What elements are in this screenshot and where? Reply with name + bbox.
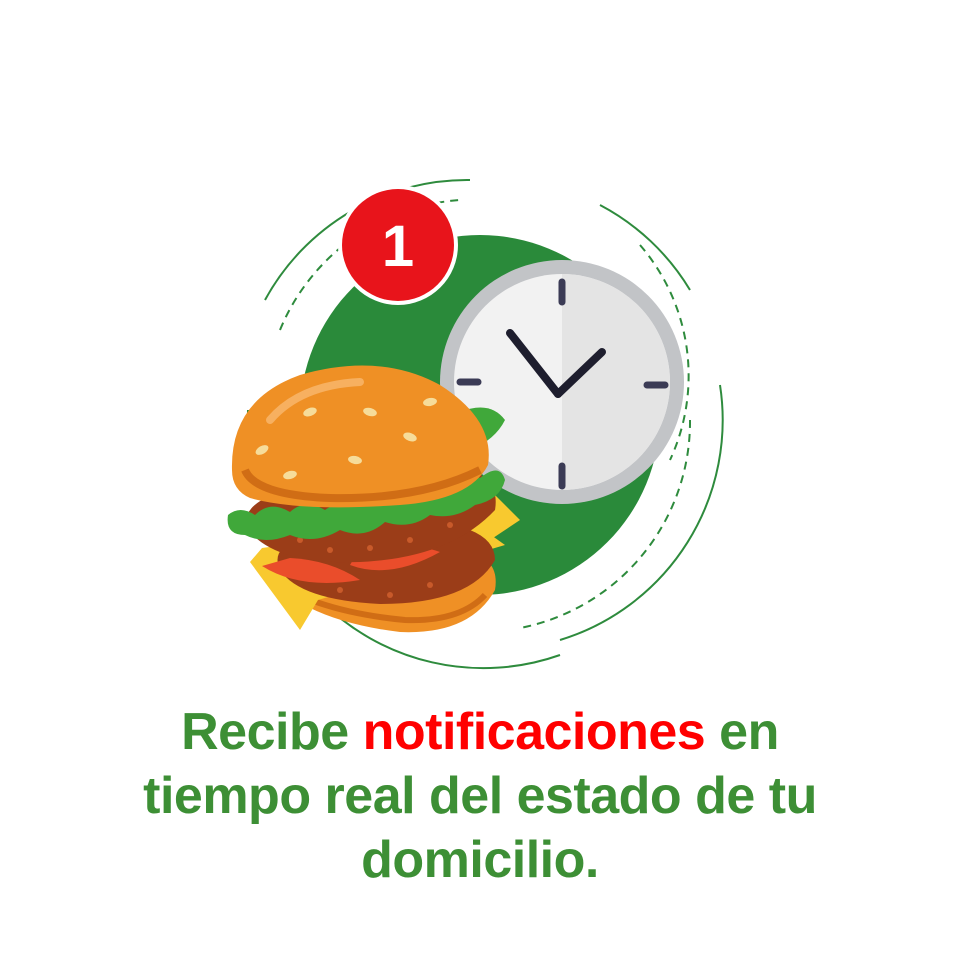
- caption: Recibe notificaciones en tiempo real del…: [60, 700, 900, 892]
- caption-text: domicilio.: [361, 831, 599, 889]
- caption-highlight: notificaciones: [362, 703, 706, 761]
- caption-text: Recibe: [181, 703, 363, 761]
- badge-count: 1: [382, 214, 414, 279]
- caption-line-3: domicilio.: [60, 828, 900, 892]
- delivery-notification-illustration: 1: [227, 178, 724, 670]
- caption-text: en: [705, 703, 779, 761]
- caption-line-2: tiempo real del estado de tu: [60, 764, 900, 828]
- caption-line-1: Recibe notificaciones en: [60, 700, 900, 764]
- caption-text: tiempo real del estado de tu: [143, 767, 817, 825]
- notification-badge: 1: [338, 185, 458, 305]
